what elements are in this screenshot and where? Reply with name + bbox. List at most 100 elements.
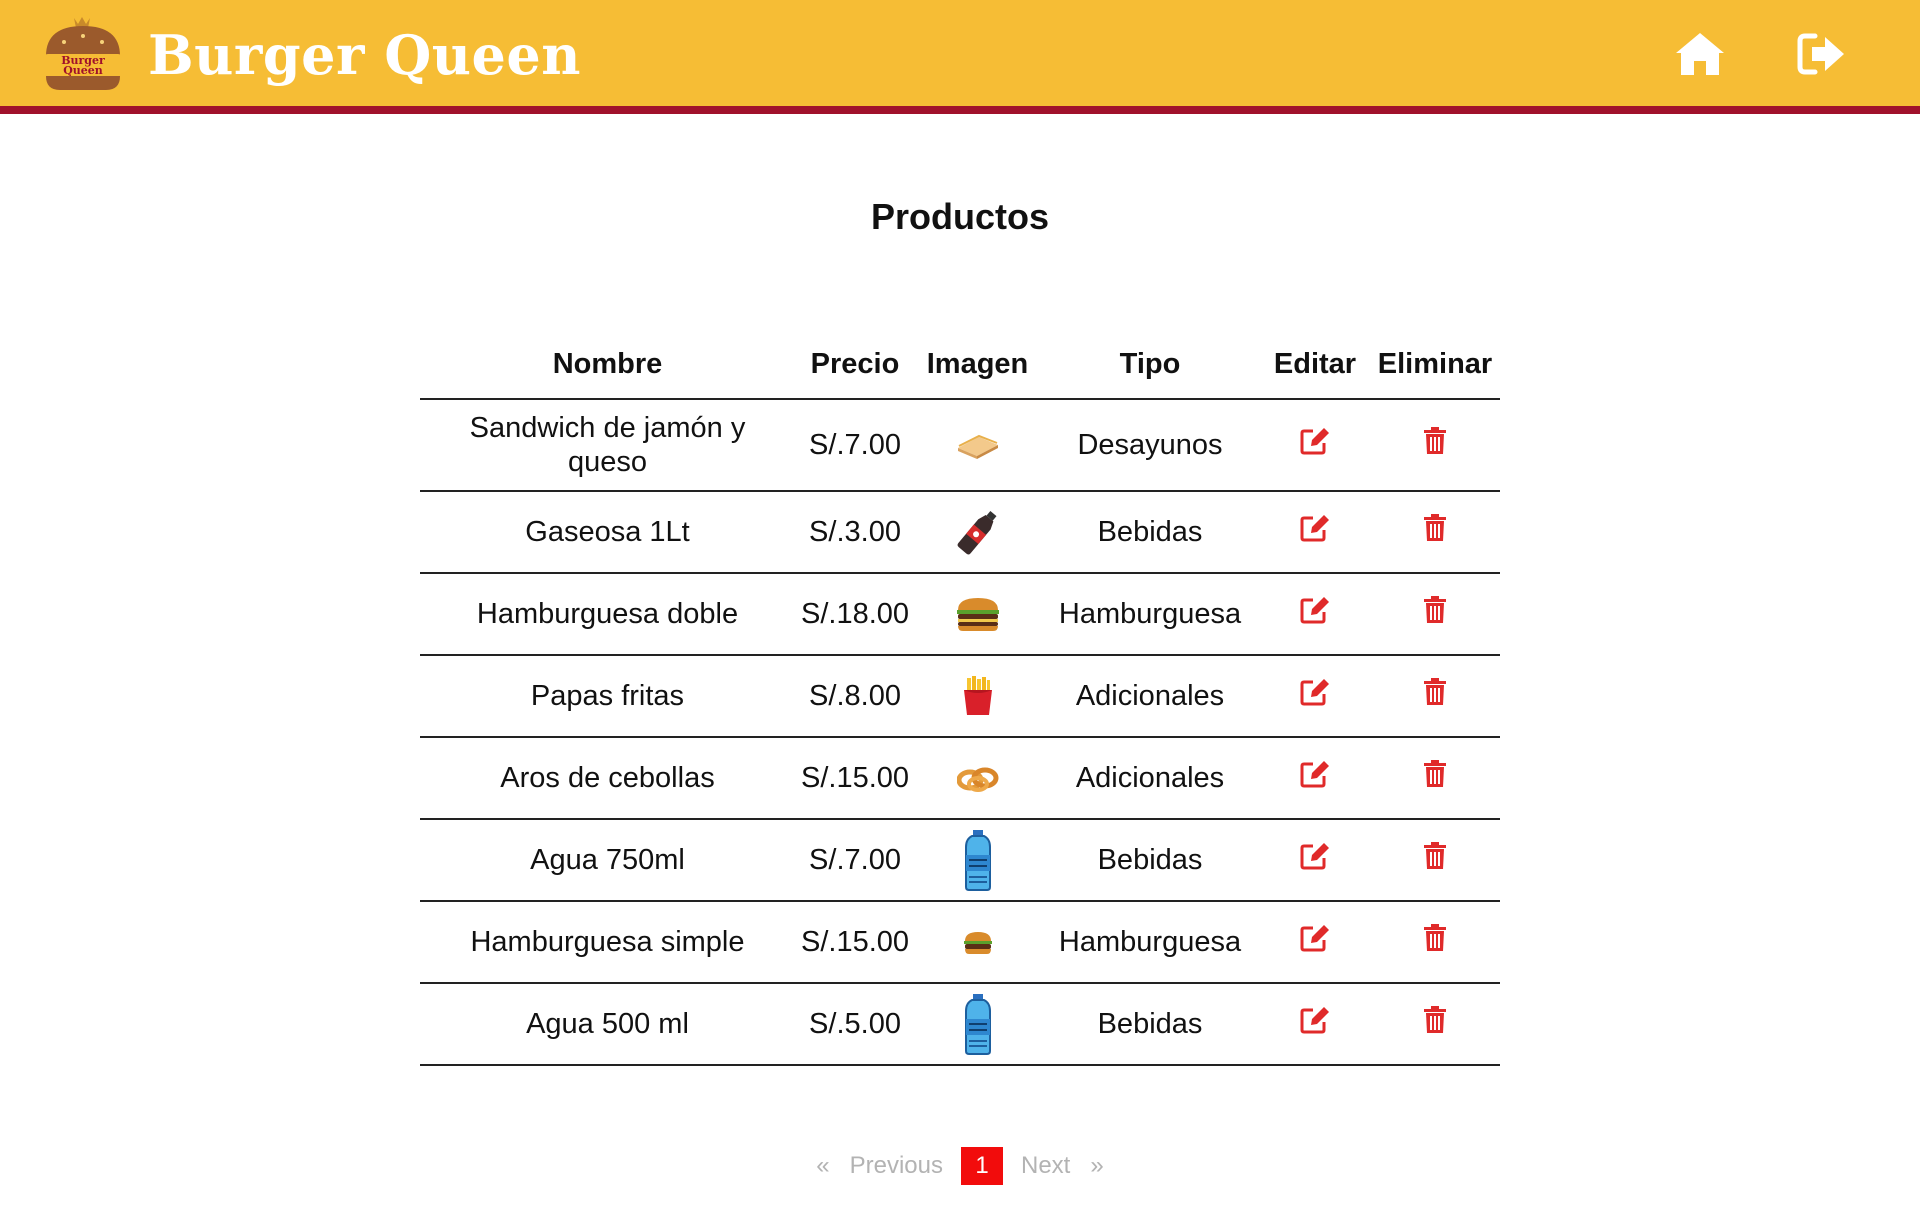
burger-logo: Burger Queen — [44, 17, 122, 90]
product-name: Papas fritas — [420, 655, 795, 738]
trash-icon — [1424, 678, 1446, 706]
home-button[interactable] — [1670, 24, 1730, 84]
product-type: Adicionales — [1040, 737, 1260, 820]
edit-button[interactable] — [1299, 923, 1331, 961]
next-arrow[interactable]: » — [1090, 1152, 1103, 1180]
delete-cell — [1370, 399, 1500, 492]
trash-icon — [1424, 924, 1446, 952]
trash-icon — [1424, 596, 1446, 624]
edit-icon — [1300, 679, 1329, 706]
product-image-cell — [915, 491, 1040, 574]
product-image-cell — [915, 737, 1040, 820]
delete-button[interactable] — [1423, 678, 1447, 714]
edit-icon — [1300, 843, 1329, 870]
product-name: Agua 750ml — [420, 819, 795, 902]
product-price: S/.15.00 — [795, 901, 915, 984]
page-number-1[interactable]: 1 — [961, 1147, 1003, 1185]
col-header-precio: Precio — [795, 330, 915, 400]
onion-rings-image — [956, 767, 998, 793]
trash-icon — [1424, 842, 1446, 870]
table-row: Hamburguesa simple S/.15.00 Hamburguesa — [420, 901, 1500, 984]
product-name: Sandwich de jamón y queso — [420, 399, 795, 492]
col-header-editar: Editar — [1260, 330, 1370, 400]
delete-cell — [1370, 901, 1500, 984]
product-name: Gaseosa 1Lt — [420, 491, 795, 574]
edit-icon — [1300, 761, 1329, 788]
double-burger-image — [956, 598, 999, 632]
edit-cell — [1260, 655, 1370, 738]
table-header-row: Nombre Precio Imagen Tipo Editar Elimina… — [420, 330, 1500, 400]
product-type: Hamburguesa — [1040, 901, 1260, 984]
delete-cell — [1370, 983, 1500, 1066]
product-type: Bebidas — [1040, 983, 1260, 1066]
edit-cell — [1260, 737, 1370, 820]
delete-button[interactable] — [1423, 514, 1447, 550]
edit-icon — [1300, 925, 1329, 952]
sandwich-image — [957, 435, 998, 460]
table-row: Agua 750ml S/.7.00 Bebidas — [420, 819, 1500, 902]
table-row: Papas fritas S/.8.00 Adicionales — [420, 655, 1500, 738]
trash-icon — [1424, 760, 1446, 788]
delete-button[interactable] — [1423, 842, 1447, 878]
edit-cell — [1260, 491, 1370, 574]
edit-button[interactable] — [1299, 841, 1331, 879]
product-type: Adicionales — [1040, 655, 1260, 738]
table-row: Hamburguesa doble S/.18.00 Hamburguesa — [420, 573, 1500, 656]
delete-button[interactable] — [1423, 760, 1447, 796]
water-bottle-image — [964, 994, 991, 1055]
product-image-cell — [915, 655, 1040, 738]
delete-button[interactable] — [1423, 924, 1447, 960]
delete-button[interactable] — [1423, 596, 1447, 632]
pagination: « Previous 1 Next » — [0, 1146, 1920, 1186]
home-icon — [1676, 33, 1724, 75]
logout-button[interactable] — [1792, 24, 1852, 84]
col-header-eliminar: Eliminar — [1370, 330, 1500, 400]
edit-icon — [1300, 597, 1329, 624]
product-price: S/.8.00 — [795, 655, 915, 738]
table-row: Sandwich de jamón y queso S/.7.00 Desayu… — [420, 399, 1500, 492]
edit-button[interactable] — [1299, 513, 1331, 551]
edit-cell — [1260, 819, 1370, 902]
edit-cell — [1260, 983, 1370, 1066]
product-image-cell — [915, 399, 1040, 492]
product-price: S/.7.00 — [795, 819, 915, 902]
trash-icon — [1424, 1006, 1446, 1034]
product-price: S/.3.00 — [795, 491, 915, 574]
col-header-nombre: Nombre — [420, 330, 795, 400]
prev-page-link[interactable]: Previous — [850, 1152, 943, 1180]
edit-icon — [1300, 515, 1329, 542]
product-price: S/.7.00 — [795, 399, 915, 492]
table-row: Aros de cebollas S/.15.00 Adicionales — [420, 737, 1500, 820]
product-image-cell — [915, 983, 1040, 1066]
table-row: Gaseosa 1Lt S/.3.00 Bebidas — [420, 491, 1500, 574]
edit-button[interactable] — [1299, 759, 1331, 797]
product-price: S/.15.00 — [795, 737, 915, 820]
delete-button[interactable] — [1423, 1006, 1447, 1042]
delete-button[interactable] — [1423, 427, 1447, 463]
edit-button[interactable] — [1299, 677, 1331, 715]
product-type: Bebidas — [1040, 491, 1260, 574]
french-fries-image — [963, 676, 992, 715]
next-page-link[interactable]: Next — [1021, 1152, 1070, 1180]
product-name: Hamburguesa simple — [420, 901, 795, 984]
product-image-cell — [915, 819, 1040, 902]
product-type: Bebidas — [1040, 819, 1260, 902]
logo-text-bottom: Queen — [63, 64, 103, 77]
soda-bottle-image — [957, 511, 996, 555]
product-image-cell — [915, 573, 1040, 656]
col-header-tipo: Tipo — [1040, 330, 1260, 400]
delete-cell — [1370, 737, 1500, 820]
edit-cell — [1260, 573, 1370, 656]
edit-cell — [1260, 399, 1370, 492]
product-type: Desayunos — [1040, 399, 1260, 492]
product-type: Hamburguesa — [1040, 573, 1260, 656]
delete-cell — [1370, 819, 1500, 902]
delete-cell — [1370, 491, 1500, 574]
simple-burger-image — [963, 932, 992, 955]
trash-icon — [1424, 514, 1446, 542]
prev-arrow[interactable]: « — [816, 1152, 829, 1180]
edit-button[interactable] — [1299, 595, 1331, 633]
edit-button[interactable] — [1299, 1005, 1331, 1043]
trash-icon — [1424, 427, 1446, 455]
edit-button[interactable] — [1299, 426, 1331, 464]
